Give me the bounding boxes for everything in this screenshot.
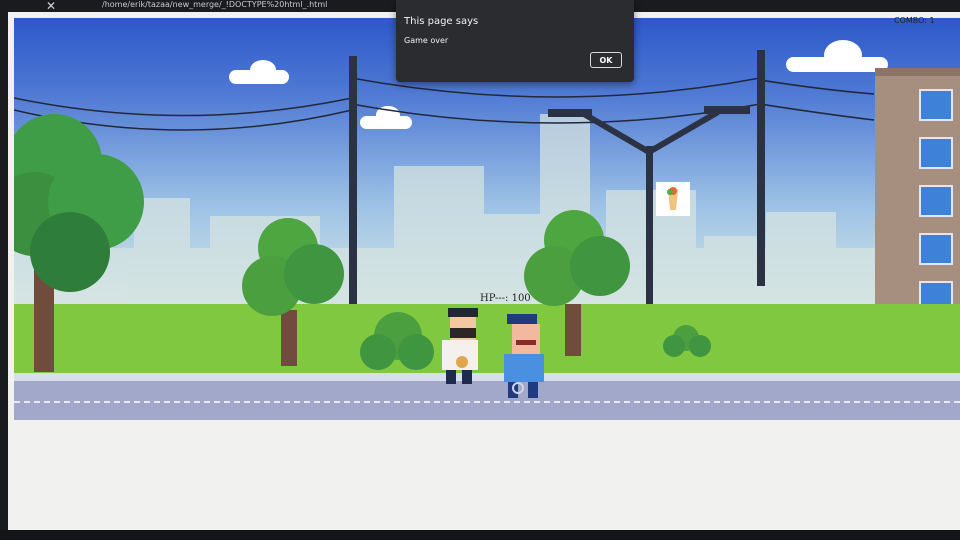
bush <box>360 312 434 370</box>
monitor-frame: ✕ /home/erik/tazaa/new_merge/_!DOCTYPE%2… <box>0 0 960 540</box>
tree <box>14 114 144 372</box>
bush <box>663 325 711 357</box>
police-officer <box>504 314 544 398</box>
road-lane-marking <box>14 401 960 403</box>
browser-page: HP---: 100 COMBO: 1 <box>8 12 960 530</box>
combo-counter: COMBO: 1 <box>894 16 935 25</box>
player-character <box>442 308 478 384</box>
alert-dialog: This page says Game over OK <box>396 0 634 82</box>
dialog-message: Game over <box>404 36 449 45</box>
shawarma-icon[interactable] <box>656 182 690 216</box>
close-icon[interactable]: ✕ <box>46 0 56 12</box>
page-url: /home/erik/tazaa/new_merge/_!DOCTYPE%20h… <box>102 0 328 9</box>
dialog-title: This page says <box>404 16 479 27</box>
monitor-bezel <box>0 530 960 540</box>
hp-label: HP---: 100 <box>480 293 531 304</box>
tree <box>242 218 344 366</box>
ok-button[interactable]: OK <box>590 52 622 68</box>
